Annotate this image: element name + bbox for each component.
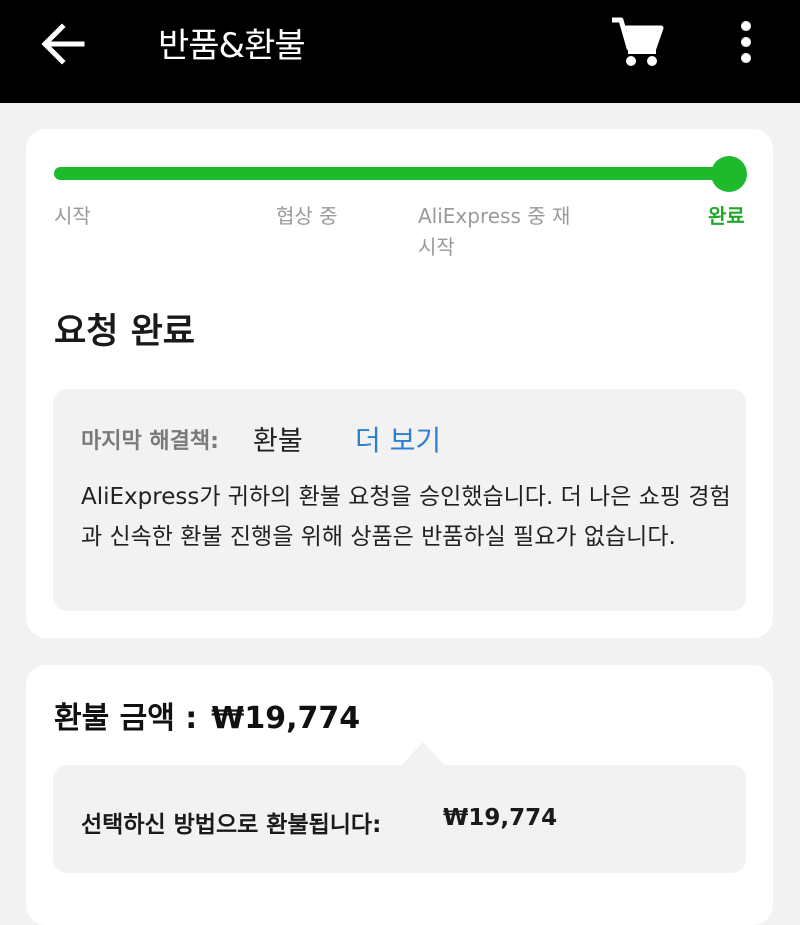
refund-method-box: 선택하신 방법으로 환불됩니다: ₩19,774 — [53, 765, 746, 873]
refund-amount-heading: 환불 금액 : ₩19,774 — [54, 693, 360, 737]
back-button[interactable] — [38, 22, 88, 66]
step-mediation-label: AliExpress 중 재 시작 — [418, 204, 571, 259]
see-more-link[interactable]: 더 보기 — [355, 419, 441, 459]
refund-card: 환불 금액 : ₩19,774 선택하신 방법으로 환불됩니다: ₩19,774 — [26, 665, 773, 925]
refund-amount-label: 환불 금액 : — [54, 701, 198, 736]
top-app-bar: 반품&환불 — [0, 0, 800, 103]
progress-bar — [54, 167, 728, 180]
more-vertical-icon — [741, 21, 751, 63]
arrow-left-icon — [41, 23, 85, 65]
shopping-cart-icon — [612, 17, 664, 66]
resolution-box: 마지막 해결책: 환불 더 보기 AliExpress가 귀하의 환불 요청을 … — [53, 389, 746, 611]
step-complete-label: 완료 — [708, 204, 745, 228]
more-options-button[interactable] — [732, 20, 760, 66]
resolution-value: 환불 — [253, 426, 303, 457]
status-title: 요청 완료 — [54, 312, 195, 352]
status-card: 시작 협상 중 AliExpress 중 재 시작 완료 요청 완료 마지막 해… — [26, 129, 773, 638]
resolution-description: AliExpress가 귀하의 환불 요청을 승인했습니다. 더 나은 쇼핑 경… — [81, 484, 731, 550]
cart-button[interactable] — [610, 16, 666, 68]
callout-caret — [401, 742, 445, 766]
resolution-label: 마지막 해결책: — [81, 429, 219, 454]
page-title: 반품&환불 — [158, 26, 306, 66]
refund-amount-value: ₩19,774 — [211, 701, 361, 736]
refund-method-amount: ₩19,774 — [443, 805, 558, 831]
step-start-label: 시작 — [54, 204, 91, 228]
refund-method-label: 선택하신 방법으로 환불됩니다: — [81, 812, 382, 838]
step-negotiating-label: 협상 중 — [276, 204, 338, 228]
progress-end-dot — [711, 156, 747, 192]
